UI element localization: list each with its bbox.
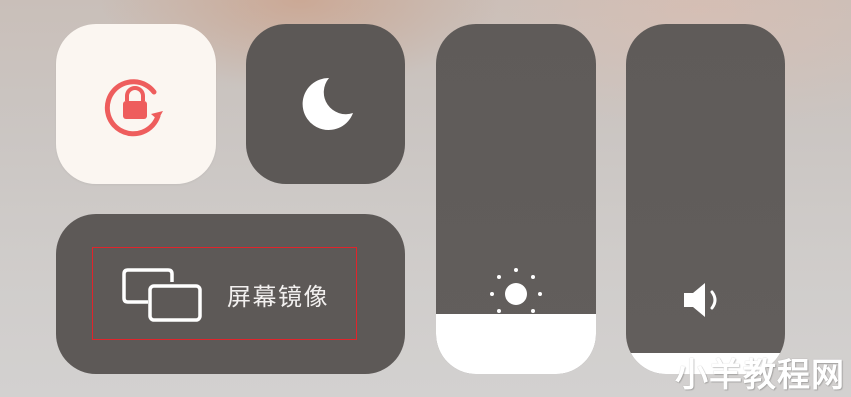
volume-slider[interactable] [626,24,785,374]
rotation-lock-toggle[interactable] [56,24,216,184]
watermark: 小羊教程网 [675,355,845,394]
speaker-icon [678,278,734,322]
brightness-slider[interactable] [436,24,596,374]
do-not-disturb-toggle[interactable] [246,24,405,184]
rotation-lock-icon [56,24,216,184]
moon-icon [246,24,405,184]
sun-icon [476,262,556,326]
highlight-annotation-box [92,247,357,340]
